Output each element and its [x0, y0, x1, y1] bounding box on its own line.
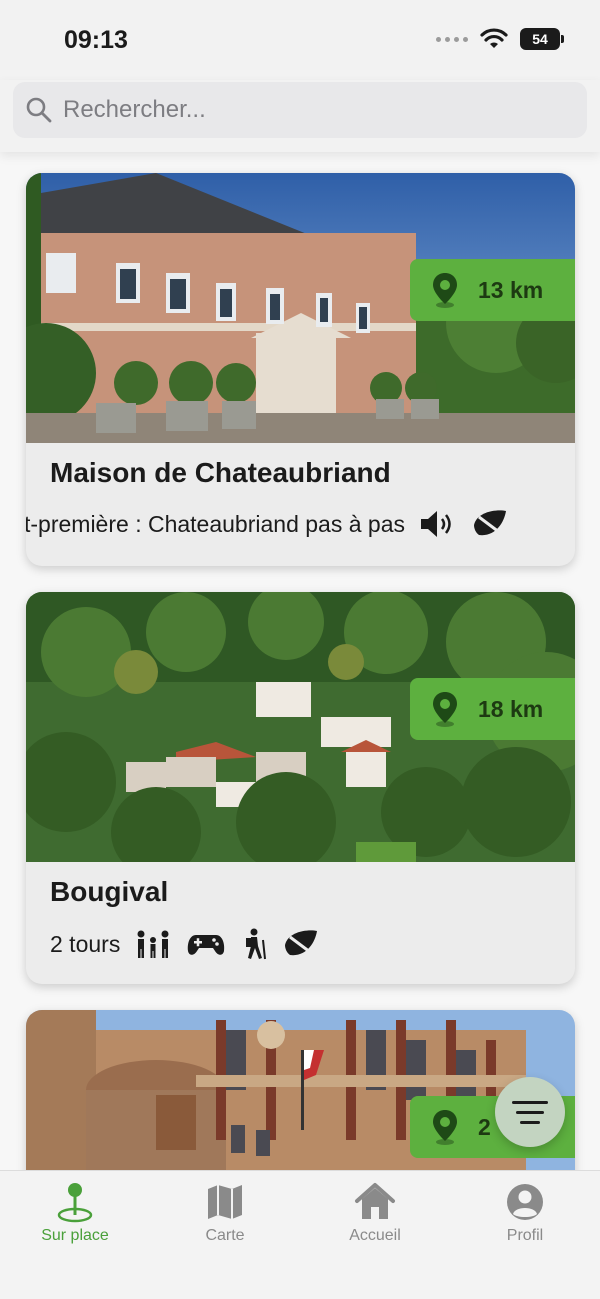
status-time: 09:13: [64, 26, 128, 54]
place-photo: 2: [26, 1010, 575, 1170]
place-card[interactable]: 2: [26, 1010, 575, 1170]
leaf-icon: [474, 510, 506, 537]
distance-value: 2: [478, 1113, 491, 1140]
tab-label: Sur place: [41, 1227, 109, 1244]
audio-icon: [421, 511, 451, 537]
hiker-icon: [246, 928, 267, 960]
tab-label: Carte: [205, 1227, 245, 1244]
place-subtitle-row: t-première : Chateaubriand pas à pas: [26, 509, 509, 539]
distance-value: 13 km: [478, 276, 544, 303]
place-subtitle: 2 tours: [50, 930, 121, 957]
place-subtitle: t-première : Chateaubriand pas à pas: [26, 510, 405, 537]
location-pin-icon: [433, 273, 457, 308]
search-icon: [26, 97, 52, 123]
tab-profil[interactable]: Profil: [450, 1181, 600, 1245]
filter-icon: [512, 1100, 548, 1104]
tab-label: Accueil: [349, 1227, 401, 1244]
place-title: Maison de Chateaubriand: [50, 457, 391, 488]
map-icon: [208, 1185, 242, 1219]
place-subtitle-row: 2 tours: [50, 928, 320, 960]
places-list[interactable]: 13 km Maison de Chateaubriand t-première…: [0, 152, 600, 1170]
filter-button[interactable]: [495, 1077, 565, 1147]
location-pin-icon: [433, 1110, 457, 1145]
place-card[interactable]: 13 km Maison de Chateaubriand t-première…: [26, 173, 575, 566]
location-pin-icon: [433, 692, 457, 727]
search-input[interactable]: [63, 96, 543, 124]
place-title: Bougival: [50, 876, 169, 907]
tab-accueil[interactable]: Accueil: [300, 1181, 450, 1245]
search-bar-container: [0, 80, 600, 152]
tab-bar: Sur place Carte Accueil Profil: [0, 1170, 600, 1299]
cellular-signal-icon: [436, 36, 468, 42]
tab-label: Profil: [506, 1227, 544, 1244]
status-bar: 09:13 54: [0, 0, 600, 80]
leaf-icon: [285, 930, 318, 957]
home-icon: [355, 1183, 395, 1219]
tab-sur-place[interactable]: Sur place: [0, 1181, 150, 1245]
status-icons: 54: [436, 28, 564, 50]
place-photo: 18 km: [26, 592, 575, 862]
profile-icon: [507, 1184, 543, 1220]
distance-badge: 13 km: [410, 259, 575, 321]
distance-badge: 18 km: [410, 678, 575, 740]
gamepad-icon: [188, 935, 225, 955]
distance-value: 18 km: [478, 695, 544, 722]
place-card[interactable]: 18 km Bougival 2 tours: [26, 592, 575, 984]
search-box[interactable]: [13, 82, 587, 138]
battery-icon: 54: [520, 28, 564, 50]
location-pin-icon: [57, 1183, 93, 1223]
tab-carte[interactable]: Carte: [150, 1181, 300, 1245]
place-photo: 13 km: [26, 173, 575, 443]
family-icon: [137, 930, 169, 958]
wifi-icon: [480, 28, 508, 48]
